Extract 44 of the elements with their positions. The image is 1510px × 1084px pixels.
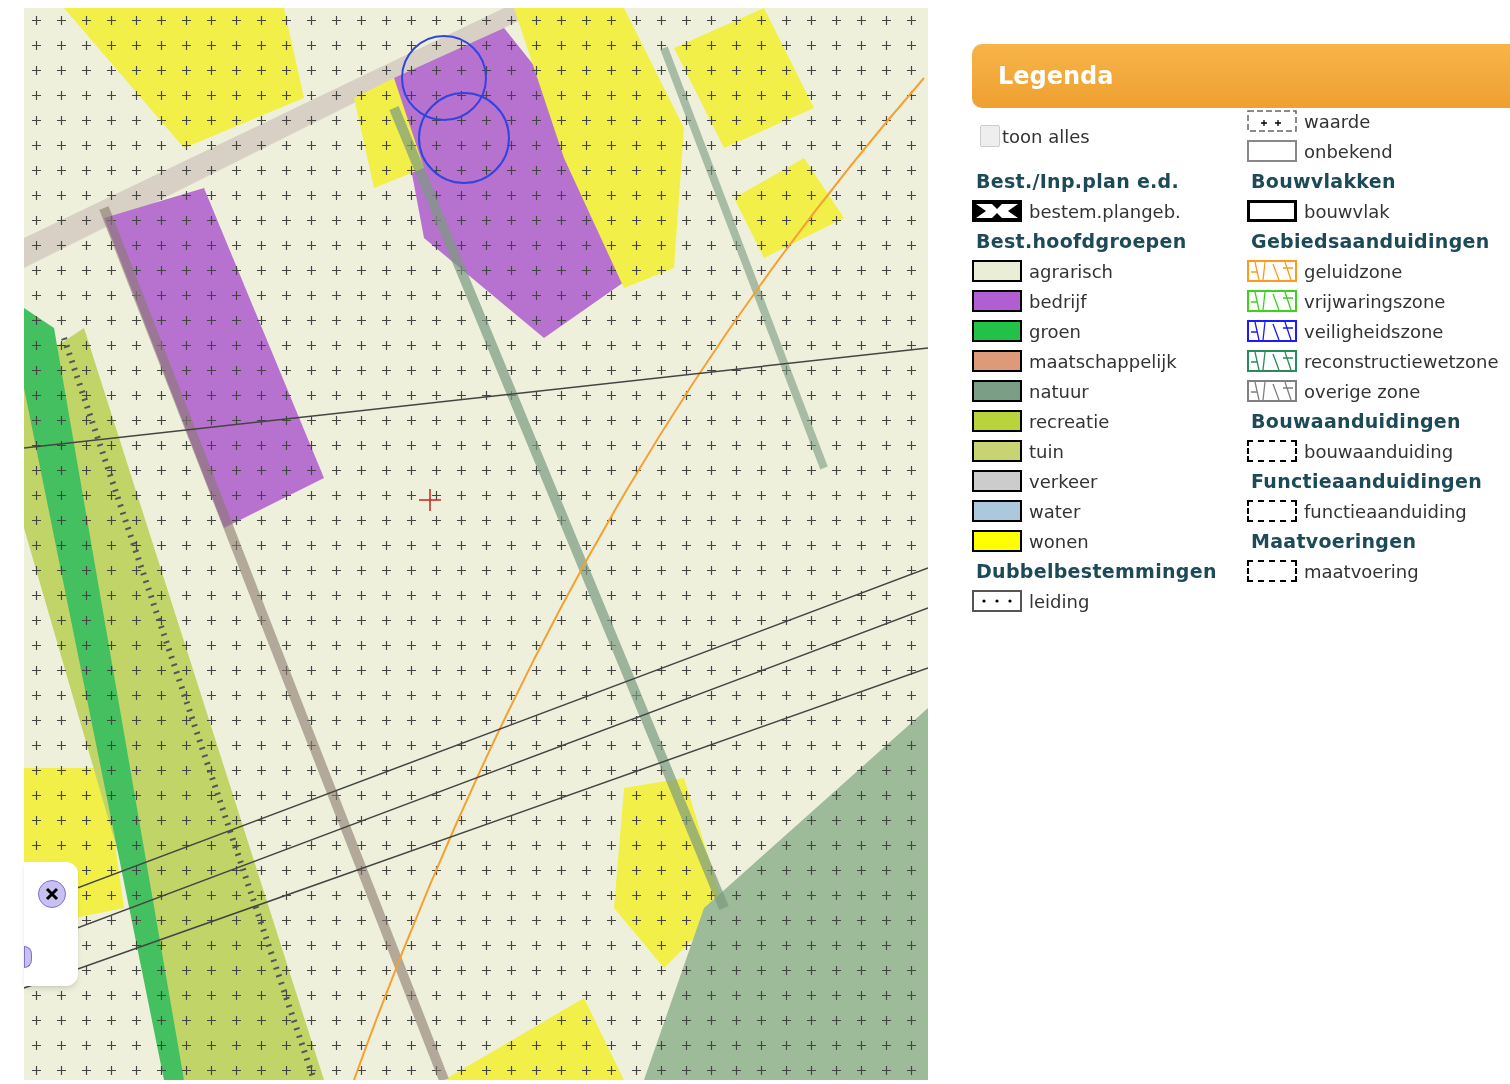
dashed-swatch [1247, 560, 1297, 582]
empty-swatch [1247, 140, 1297, 162]
legend-label: bedrijf [1029, 289, 1087, 314]
legend-label: maatschappelijk [1029, 349, 1177, 374]
dashed-swatch [1247, 500, 1297, 522]
legend-label: onbekend [1304, 139, 1393, 164]
legend-label: tuin [1029, 439, 1064, 464]
legend-heading: Maatvoeringen [1251, 528, 1417, 554]
legend-label: recreatie [1029, 409, 1110, 434]
pattern-swatch [972, 200, 1022, 222]
legend-label: vrijwaringszone [1304, 289, 1446, 314]
legend-label: wonen [1029, 529, 1089, 554]
legend-label: veiligheidszone [1304, 319, 1444, 344]
legend-heading: Dubbelbestemmingen [976, 558, 1217, 584]
legend-label: leiding [1029, 589, 1090, 614]
legend-label: bouwvlak [1304, 199, 1390, 224]
legend-label: waarde [1304, 109, 1371, 134]
dotted-swatch [972, 590, 1022, 612]
checkbox-label[interactable]: toon alles [1002, 122, 1090, 150]
legend-heading: Functieaanduidingen [1251, 468, 1482, 494]
legend-heading: Best.hoofdgroepen [976, 228, 1187, 254]
legend-label: agrarisch [1029, 259, 1113, 284]
close-button[interactable] [38, 880, 66, 908]
legend-title: Legenda [998, 61, 1114, 92]
legend-label: geluidzone [1304, 259, 1403, 284]
legend-label: functieaanduiding [1304, 499, 1467, 524]
legend-label: water [1029, 499, 1081, 524]
legend-heading: Best./Inp.plan e.d. [976, 168, 1180, 194]
dashed-swatch [1247, 440, 1297, 462]
close-icon [44, 886, 60, 902]
legend-label: bouwaanduiding [1304, 439, 1454, 464]
plus-swatch [1247, 110, 1297, 132]
legend-label: reconstructiewetzone [1304, 349, 1499, 374]
legend-heading: Gebiedsaanduidingen [1251, 228, 1490, 254]
legend-label: maatvoering [1304, 559, 1419, 584]
legend-heading: Bouwvlakken [1251, 168, 1396, 194]
legend-label: overige zone [1304, 379, 1421, 404]
legend-label: verkeer [1029, 469, 1098, 494]
checkbox[interactable] [980, 125, 1000, 147]
legend-label: natuur [1029, 379, 1089, 404]
legend-label: bestem.plangeb. [1029, 199, 1181, 224]
legend-heading: Bouwaanduidingen [1251, 408, 1461, 434]
legend-label: groen [1029, 319, 1081, 344]
outline-swatch [1247, 200, 1297, 222]
